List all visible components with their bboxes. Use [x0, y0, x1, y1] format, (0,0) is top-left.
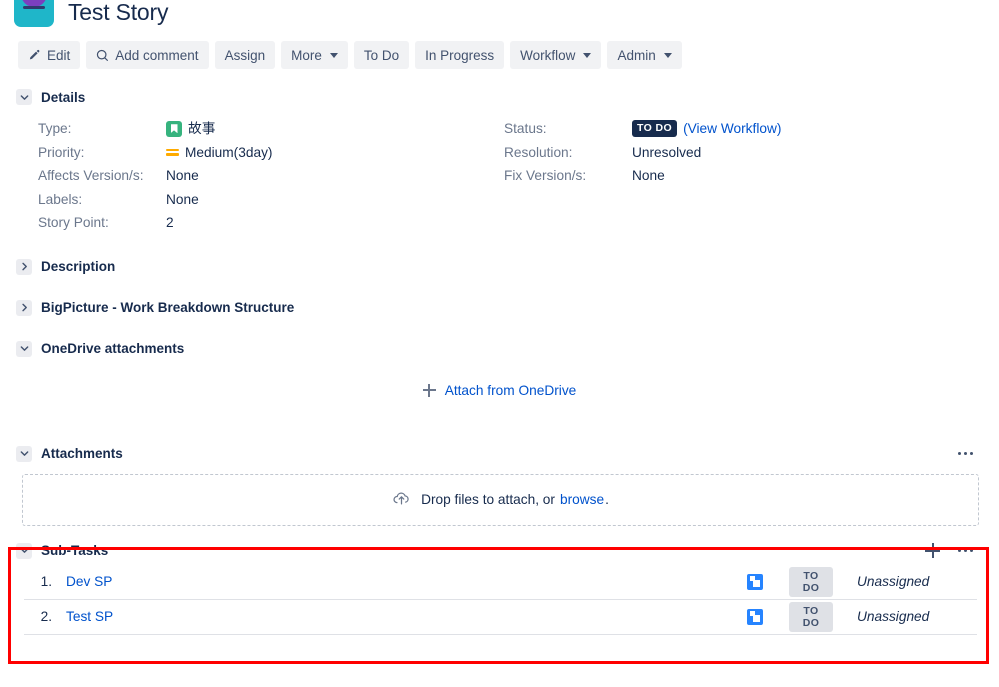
details-section-header[interactable]: Details: [0, 89, 999, 105]
dropzone-text-end: .: [605, 492, 609, 507]
details-grid: Type: Priority: Affects Version/s: Label…: [0, 117, 999, 235]
upload-cloud-icon: [392, 489, 411, 511]
admin-menu-label: Admin: [617, 47, 656, 63]
edit-button-label: Edit: [47, 47, 71, 63]
subtask-assignee: Unassigned: [857, 574, 930, 589]
transition-in-progress-button[interactable]: In Progress: [415, 41, 505, 69]
priority-medium-icon: [166, 148, 179, 156]
type-value: 故事: [188, 121, 216, 136]
labels-value: None: [166, 191, 199, 207]
subtask-type-icon: [747, 608, 763, 625]
details-left-labels: Type: Priority: Affects Version/s: Label…: [38, 117, 166, 235]
add-subtask-icon[interactable]: [925, 543, 940, 558]
chevron-down-icon: [663, 52, 672, 58]
chevron-down-icon[interactable]: [16, 89, 32, 105]
subtask-link[interactable]: Test SP: [66, 609, 113, 624]
bigpicture-section-header[interactable]: BigPicture - Work Breakdown Structure: [0, 299, 999, 316]
onedrive-section-header[interactable]: OneDrive attachments: [0, 340, 999, 357]
attachments-section-title: Attachments: [41, 446, 123, 461]
affects-versions-value: None: [166, 168, 199, 183]
subtask-index: 1.: [40, 574, 52, 589]
user-avatar-icon: [14, 0, 54, 27]
action-toolbar: Edit Add comment Assign More To Do In Pr…: [0, 41, 999, 69]
subtasks-more-options-icon[interactable]: [954, 545, 977, 556]
attach-from-onedrive-button[interactable]: Attach from OneDrive: [422, 382, 577, 398]
chevron-right-icon[interactable]: [16, 299, 32, 316]
subtask-link[interactable]: Dev SP: [66, 574, 112, 589]
more-menu-button[interactable]: More: [281, 41, 348, 69]
browse-link[interactable]: browse: [560, 492, 604, 507]
description-section-title: Description: [41, 259, 116, 274]
page-title: Test Story: [68, 0, 169, 25]
table-row[interactable]: 2. Test SP TO DO Unassigned: [24, 600, 977, 635]
chevron-right-icon[interactable]: [16, 258, 32, 275]
description-section-header[interactable]: Description: [0, 258, 999, 275]
more-menu-button-label: More: [291, 47, 322, 63]
workflow-menu-button[interactable]: Workflow: [510, 41, 602, 69]
onedrive-section-title: OneDrive attachments: [41, 341, 185, 356]
pencil-icon: [28, 49, 41, 62]
table-row[interactable]: 1. Dev SP TO DO Unassigned: [24, 565, 977, 600]
subtasks-list: 1. Dev SP TO DO Unassigned 2. Test SP TO…: [24, 565, 977, 635]
status-badge: TO DO: [789, 566, 833, 597]
details-section-title: Details: [41, 89, 86, 105]
subtask-index: 2.: [40, 609, 52, 624]
subtasks-section: Sub-Tasks 1. Dev SP TO DO Unassigned 2. …: [0, 542, 999, 635]
labels-label: Labels:: [38, 191, 83, 207]
chevron-down-icon: [329, 52, 338, 58]
story-point-label: Story Point:: [38, 215, 109, 230]
subtask-type-icon: [747, 573, 763, 590]
onedrive-body: Attach from OneDrive: [0, 383, 999, 398]
details-left-values: 故事 Medium(3day) None None 2: [166, 117, 272, 235]
chevron-down-icon: [583, 52, 592, 58]
subtask-assignee: Unassigned: [857, 609, 930, 624]
priority-value-row: Medium(3day): [166, 141, 272, 165]
issue-header: Test Story: [0, 0, 999, 30]
comment-icon: [96, 49, 109, 62]
status-label: Status:: [504, 121, 547, 136]
status-badge: TO DO: [789, 601, 833, 632]
priority-value: Medium(3day): [185, 144, 273, 160]
subtasks-section-header: Sub-Tasks: [0, 542, 999, 559]
details-right-column: Status: Resolution: Fix Version/s: TO DO…: [504, 117, 781, 235]
story-type-icon: [166, 120, 182, 137]
status-badge: TO DO: [632, 120, 678, 138]
details-left-column: Type: Priority: Affects Version/s: Label…: [38, 117, 504, 235]
affects-versions-label: Affects Version/s:: [38, 168, 144, 183]
details-right-labels: Status: Resolution: Fix Version/s:: [504, 117, 632, 235]
workflow-menu-label: Workflow: [520, 47, 576, 63]
priority-label: Priority:: [38, 144, 85, 160]
fix-versions-value: None: [632, 168, 665, 183]
chevron-down-icon[interactable]: [16, 542, 32, 559]
attachments-more-options-icon[interactable]: [954, 448, 977, 459]
status-value-row: TO DO (View Workflow): [632, 117, 781, 141]
assign-button[interactable]: Assign: [214, 41, 276, 69]
type-value-row: 故事: [166, 117, 272, 141]
attachments-dropzone[interactable]: Drop files to attach, or browse .: [22, 473, 979, 526]
transition-todo-button[interactable]: To Do: [353, 41, 410, 69]
subtasks-section-title: Sub-Tasks: [41, 543, 109, 558]
edit-button[interactable]: Edit: [18, 41, 81, 69]
plus-icon: [422, 383, 436, 397]
dropzone-text: Drop files to attach, or: [421, 492, 555, 507]
add-comment-button[interactable]: Add comment: [86, 41, 209, 69]
transition-in-progress-label: In Progress: [425, 47, 495, 63]
bigpicture-section-title: BigPicture - Work Breakdown Structure: [41, 300, 295, 315]
assign-button-label: Assign: [224, 47, 266, 63]
details-right-values: TO DO (View Workflow) Unresolved None: [632, 117, 781, 235]
chevron-down-icon[interactable]: [16, 445, 32, 462]
type-label: Type:: [38, 121, 72, 136]
add-comment-button-label: Add comment: [115, 47, 199, 63]
attach-from-onedrive-label: Attach from OneDrive: [444, 382, 577, 398]
fix-versions-label: Fix Version/s:: [504, 168, 587, 183]
resolution-label: Resolution:: [504, 144, 573, 160]
resolution-value: Unresolved: [632, 144, 702, 160]
chevron-down-icon[interactable]: [16, 340, 32, 357]
view-workflow-link[interactable]: (View Workflow): [683, 117, 781, 141]
story-point-value: 2: [166, 215, 174, 230]
admin-menu-button[interactable]: Admin: [607, 41, 682, 69]
attachments-section-header: Attachments: [0, 445, 999, 462]
transition-todo-label: To Do: [363, 47, 400, 63]
